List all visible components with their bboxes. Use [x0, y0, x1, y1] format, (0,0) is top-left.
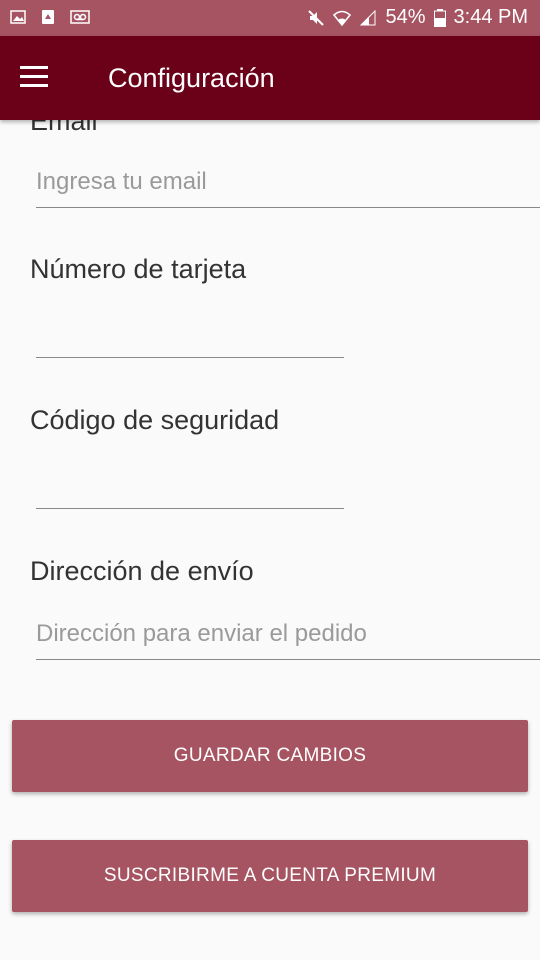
- recycle-icon: [42, 10, 54, 24]
- battery-percent: 54%: [385, 6, 426, 28]
- subscribe-premium-button[interactable]: SUSCRIBIRME A CUENTA PREMIUM: [12, 840, 528, 912]
- page-title: Configuración: [108, 63, 275, 93]
- email-label: Email: [30, 120, 98, 136]
- battery-icon: [433, 8, 446, 27]
- menu-icon[interactable]: [20, 66, 50, 90]
- wifi-icon: [333, 10, 352, 26]
- app-bar: Configuración: [0, 36, 540, 120]
- image-icon: [10, 10, 26, 24]
- security-code-label: Código de seguridad: [30, 405, 280, 435]
- security-code-field[interactable]: [36, 465, 344, 509]
- settings-form: Email Ingresa tu email Número de tarjeta…: [0, 120, 540, 960]
- signal-icon: [360, 9, 376, 25]
- status-bar: 54% 3:44 PM: [0, 0, 540, 36]
- notification-icons: [10, 9, 90, 25]
- clock: 3:44 PM: [453, 6, 528, 28]
- save-changes-button[interactable]: GUARDAR CAMBIOS: [12, 720, 528, 792]
- card-number-field[interactable]: [36, 314, 344, 358]
- status-right: 54% 3:44 PM: [307, 6, 528, 29]
- voicemail-icon: [70, 10, 90, 24]
- card-number-label: Número de tarjeta: [30, 254, 247, 284]
- email-field[interactable]: Ingresa tu email: [36, 164, 540, 208]
- shipping-address-field[interactable]: Dirección para enviar el pedido: [36, 616, 540, 660]
- shipping-address-label: Dirección de envío: [30, 556, 254, 586]
- mute-icon: [308, 9, 325, 26]
